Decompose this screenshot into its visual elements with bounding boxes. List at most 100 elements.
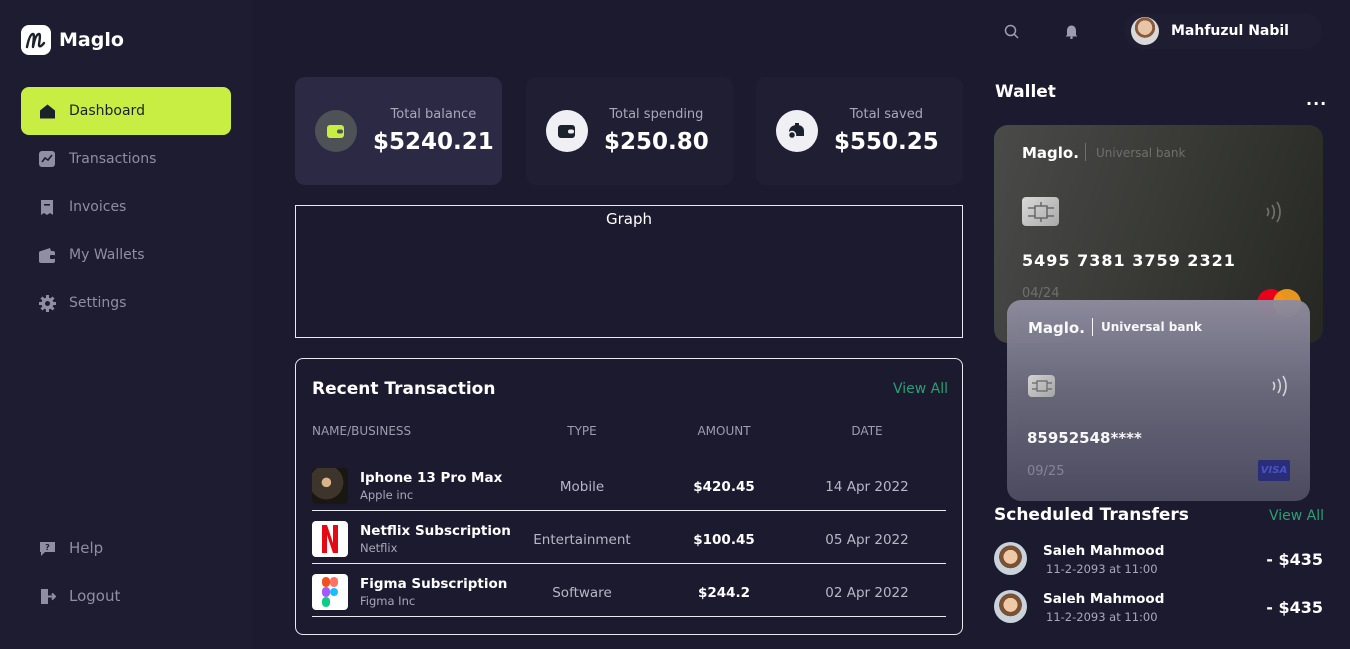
- card-number: 85952548****: [1027, 429, 1142, 447]
- table-row[interactable]: Netflix Subscription Netflix Entertainme…: [312, 511, 946, 564]
- transaction-amount: $420.45: [693, 479, 755, 495]
- sidebar-item-dashboard[interactable]: Dashboard: [21, 87, 231, 135]
- transaction-date: 14 Apr 2022: [825, 479, 909, 495]
- sidebar-item-logout[interactable]: Logout: [21, 572, 231, 620]
- bell-icon[interactable]: [1062, 22, 1080, 40]
- card-brand: Maglo.: [1022, 144, 1079, 162]
- card-divider: [1085, 143, 1086, 161]
- chart-icon: [38, 150, 56, 168]
- sidebar-item-my-wallets[interactable]: My Wallets: [21, 231, 231, 279]
- column-header-date: DATE: [851, 424, 883, 438]
- sidebar-item-label: My Wallets: [69, 247, 145, 263]
- contactless-icon: [1263, 200, 1287, 228]
- sidebar-item-settings[interactable]: Settings: [21, 279, 231, 327]
- wallet-icon: [546, 110, 588, 152]
- sidebar-nav: Dashboard Transactions Invoices My Walle…: [21, 87, 231, 327]
- sidebar-item-label: Invoices: [69, 199, 127, 215]
- user-profile-button[interactable]: Mahfuzul Nabil: [1124, 13, 1322, 49]
- visa-logo: VISA: [1258, 460, 1290, 481]
- card-number: 5495 7381 3759 2321: [1022, 251, 1236, 270]
- sidebar-item-label: Help: [69, 539, 104, 557]
- transaction-type: Entertainment: [533, 532, 631, 548]
- transaction-business: Figma Inc: [360, 594, 416, 608]
- avatar: [994, 590, 1027, 623]
- transaction-type: Mobile: [559, 479, 605, 495]
- sidebar-item-label: Settings: [69, 295, 127, 311]
- transaction-name: Netflix Subscription: [360, 523, 511, 539]
- app-name: Maglo: [59, 29, 124, 51]
- stat-card-total-balance: Total balance $5240.21: [295, 77, 502, 185]
- card-expiry: 09/25: [1027, 464, 1065, 479]
- sidebar-item-invoices[interactable]: Invoices: [21, 183, 231, 231]
- iphone-thumbnail: [312, 468, 348, 504]
- sidebar-bottom-nav: ? Help Logout: [21, 524, 231, 620]
- column-header-type: TYPE: [567, 424, 597, 438]
- figma-logo: [312, 574, 348, 610]
- savings-icon: [776, 110, 818, 152]
- contactless-icon: [1269, 374, 1291, 402]
- card-chip-icon: [1022, 197, 1059, 226]
- home-icon: [38, 102, 56, 120]
- card-expiry: 04/24: [1022, 286, 1060, 301]
- maglo-logo-icon: [21, 25, 51, 55]
- card-divider: [1092, 318, 1093, 336]
- sidebar-item-help[interactable]: ? Help: [21, 524, 231, 572]
- transaction-date: 05 Apr 2022: [825, 532, 909, 548]
- gear-icon: [38, 294, 56, 312]
- transfer-date: 11-2-2093 at 11:00: [1046, 562, 1158, 576]
- stat-card-total-spending: Total spending $250.80: [526, 77, 733, 185]
- transaction-amount: $100.45: [693, 532, 755, 548]
- transaction-business: Netflix: [360, 541, 398, 555]
- wallet-icon: [38, 246, 56, 264]
- invoice-icon: [38, 198, 56, 216]
- transaction-business: Apple inc: [360, 488, 414, 502]
- column-header-name: NAME/BUSINESS: [312, 424, 412, 438]
- sidebar-item-transactions[interactable]: Transactions: [21, 135, 231, 183]
- user-name: Mahfuzul Nabil: [1171, 23, 1289, 39]
- recent-transactions-panel: Recent Transaction View All NAME/BUSINES…: [295, 358, 963, 635]
- avatar: [994, 542, 1027, 575]
- wallet-title: Wallet: [995, 82, 1056, 102]
- wallet-icon: [315, 110, 357, 152]
- svg-text:?: ?: [45, 543, 50, 552]
- view-all-transfers-link[interactable]: View All: [1269, 508, 1324, 524]
- table-row[interactable]: Figma Subscription Figma Inc Software $2…: [312, 564, 946, 617]
- help-icon: ?: [38, 539, 56, 557]
- transfer-item[interactable]: Saleh Mahmood 11-2-2093 at 11:00 - $435: [994, 542, 1323, 582]
- transfer-item[interactable]: Saleh Mahmood 11-2-2093 at 11:00 - $435: [994, 590, 1323, 630]
- app-logo[interactable]: Maglo: [21, 25, 124, 55]
- card-brand: Maglo.: [1028, 319, 1085, 337]
- transfer-name: Saleh Mahmood: [1043, 591, 1165, 607]
- graph-panel: Graph: [295, 205, 963, 338]
- transaction-name: Figma Subscription: [360, 576, 508, 592]
- transfer-amount: - $435: [1266, 598, 1323, 617]
- stat-label: Total balance: [390, 107, 477, 122]
- transaction-type: Software: [552, 585, 612, 601]
- transfer-name: Saleh Mahmood: [1043, 543, 1165, 559]
- card-chip-icon: [1028, 375, 1055, 397]
- table-row[interactable]: Iphone 13 Pro Max Apple inc Mobile $420.…: [312, 458, 946, 511]
- credit-card-secondary[interactable]: Maglo. Universal bank 85952548**** 09/25…: [1007, 300, 1310, 501]
- more-options-icon[interactable]: ...: [1306, 90, 1327, 109]
- stat-value: $250.80: [604, 129, 709, 155]
- netflix-logo: [312, 521, 348, 557]
- scheduled-transfers-title: Scheduled Transfers: [994, 505, 1189, 525]
- stat-label: Total spending: [609, 107, 704, 122]
- transaction-name: Iphone 13 Pro Max: [360, 470, 503, 486]
- visa-label: VISA: [1260, 465, 1288, 476]
- card-bank: Universal bank: [1101, 320, 1203, 334]
- view-all-transactions-link[interactable]: View All: [893, 381, 948, 397]
- sidebar: Maglo Dashboard Transactions Invoices My…: [0, 0, 252, 649]
- stat-value: $5240.21: [373, 129, 494, 155]
- sidebar-item-label: Transactions: [69, 151, 157, 167]
- logout-icon: [38, 587, 56, 605]
- transaction-amount: $244.2: [697, 585, 751, 601]
- transfer-amount: - $435: [1266, 550, 1323, 569]
- avatar: [1131, 17, 1159, 45]
- sidebar-item-label: Logout: [69, 587, 121, 605]
- search-icon[interactable]: [1002, 22, 1020, 40]
- column-header-amount: AMOUNT: [697, 424, 751, 438]
- card-bank: Universal bank: [1096, 146, 1186, 160]
- stat-value: $550.25: [834, 129, 939, 155]
- graph-title: Graph: [605, 210, 652, 228]
